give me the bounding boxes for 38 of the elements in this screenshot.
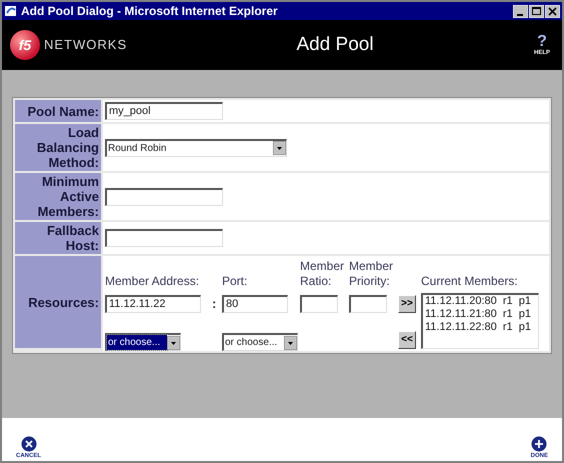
separator-text: :	[212, 295, 218, 313]
logo-mark: f5	[10, 30, 40, 60]
column-heading: Member Address:	[105, 273, 200, 290]
input-field[interactable]: 80	[222, 295, 288, 313]
list-item[interactable]: 11.12.11.20:80 r1 p1	[425, 295, 536, 308]
logo-text: NETWORKS	[44, 36, 128, 54]
dropdown[interactable]: Round Robin	[105, 138, 287, 156]
page-title: Add Pool	[295, 32, 375, 57]
input-field[interactable]	[105, 229, 223, 247]
dropdown[interactable]: or choose...	[222, 333, 298, 351]
field-label: Resources:	[15, 256, 101, 348]
dropdown[interactable]: or choose...	[105, 333, 181, 351]
field-label: Load Balancing Method:	[15, 124, 101, 171]
browser-icon	[4, 4, 18, 18]
caret-icon[interactable]	[284, 336, 297, 350]
caret-icon[interactable]	[273, 141, 286, 155]
members-list[interactable]: 11.12.11.20:80 r1 p1 11.12.11.21:80 r1 p1 11.12.11.22:80 r1 p1	[421, 293, 539, 349]
caret-icon[interactable]	[167, 336, 180, 350]
minimize-button[interactable]	[513, 4, 528, 18]
field-label: Minimum Active Members:	[15, 173, 101, 220]
column-heading: Member Ratio:	[300, 260, 346, 290]
close-button[interactable]	[545, 4, 560, 18]
maximize-button[interactable]	[529, 4, 544, 18]
input-field[interactable]	[300, 295, 338, 313]
list-item[interactable]: 11.12.11.21:80 r1 p1	[425, 308, 536, 321]
field-label: Fallback Host:	[15, 222, 101, 254]
add-button[interactable]: >>	[398, 295, 416, 313]
field-label: Pool Name:	[15, 100, 101, 122]
input-field[interactable]: 11.12.11.22	[105, 295, 201, 313]
column-heading: Member Priority:	[349, 260, 394, 290]
window-title: Add Pool Dialog - Microsoft Internet Explorer	[21, 3, 279, 20]
remove-button[interactable]: <<	[398, 331, 416, 349]
list-item[interactable]: 11.12.11.22:80 r1 p1	[425, 321, 536, 334]
column-heading: Port:	[222, 273, 248, 290]
input-field[interactable]	[105, 188, 223, 206]
column-heading: Current Members:	[421, 273, 519, 290]
input-field[interactable]: my_pool	[105, 102, 223, 120]
input-field[interactable]	[349, 295, 387, 313]
